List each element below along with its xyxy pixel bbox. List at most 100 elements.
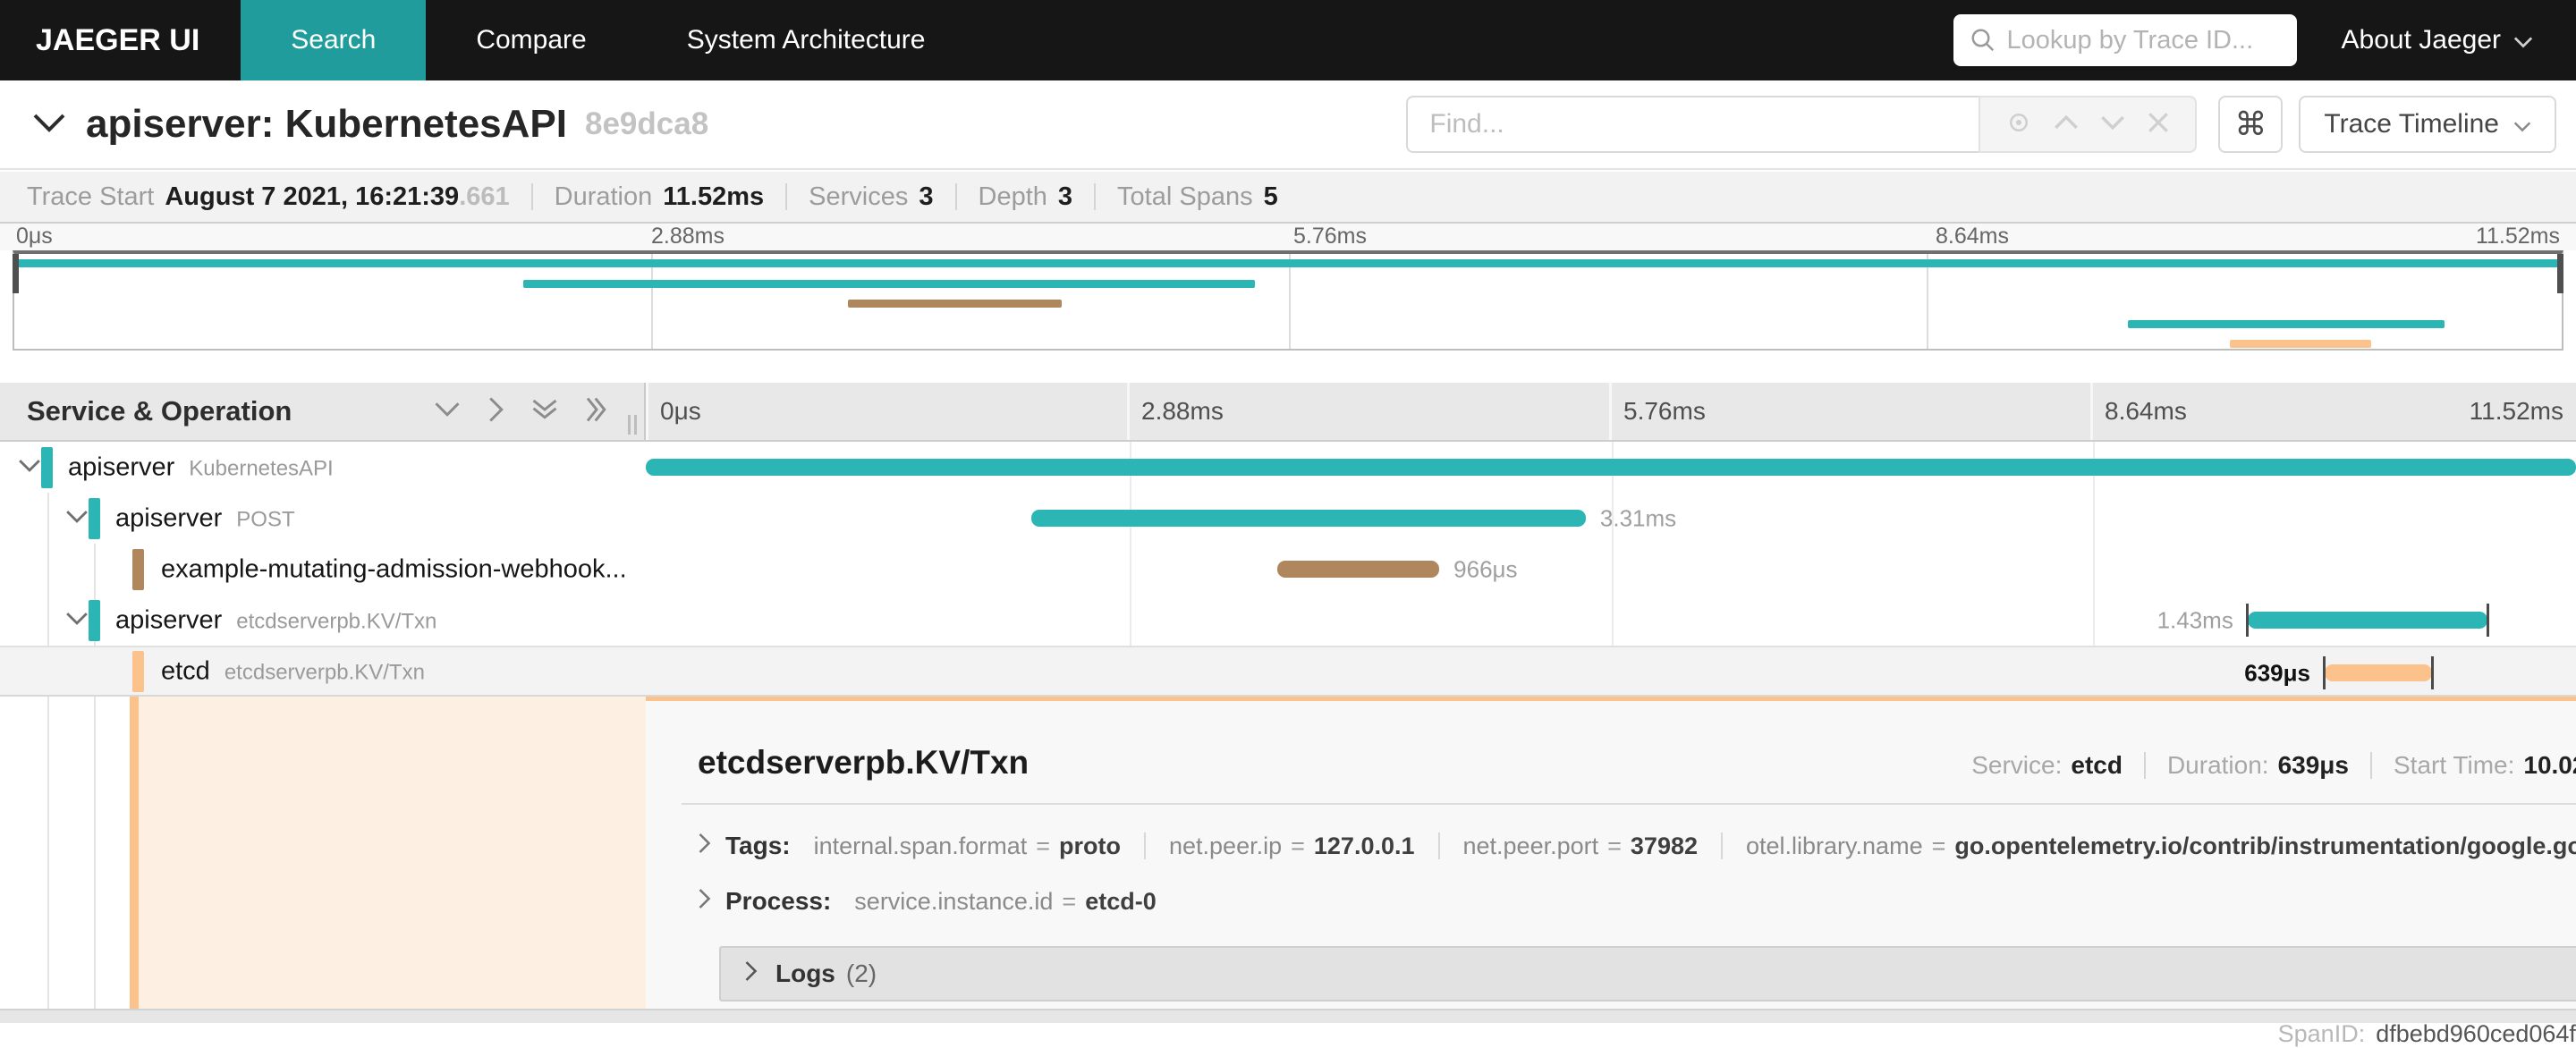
jaeger-trace-page: JAEGER UI Search Compare System Architec… [0, 0, 2576, 1047]
timeline-minimap[interactable] [13, 250, 2563, 351]
trace-id-short: 8e9dca8 [585, 106, 709, 141]
span-row-apiserver-post[interactable]: apiserver POST 3.31ms [0, 493, 2576, 544]
tag-key: internal.span.format [813, 832, 1028, 859]
minimap-span-bar [2230, 340, 2372, 348]
tag-item: net.peer.port = 37982 [1462, 832, 1699, 859]
find-field[interactable] [1406, 96, 1979, 153]
minimap-gridline [1927, 254, 1928, 349]
expand-all-icon[interactable] [585, 396, 608, 427]
service-operation-header: Service & Operation [0, 383, 646, 440]
chevron-down-icon [2513, 109, 2531, 139]
minimap-span-bar [522, 279, 1255, 288]
chevron-down-icon [2513, 25, 2533, 55]
find-clear-icon[interactable] [2147, 111, 2170, 139]
tree-guide-line [47, 697, 49, 1009]
process-row[interactable]: Process: service.instance.id = etcd-0 [698, 887, 2576, 916]
nav-item-system-architecture[interactable]: System Architecture [637, 0, 976, 80]
tag-value: 37982 [1630, 832, 1698, 859]
nav-item-search[interactable]: Search [241, 0, 427, 80]
chevron-down-icon[interactable] [65, 611, 89, 630]
span-color-block [132, 548, 144, 590]
span-duration-label: 1.43ms [2157, 606, 2233, 633]
services-value: 3 [919, 182, 934, 211]
collapse-one-icon[interactable] [434, 401, 461, 422]
timeline-tick: 8.64ms [2105, 397, 2187, 425]
trace-header-controls: ⌘ Trace Timeline [1406, 96, 2556, 153]
chevron-down-icon[interactable] [65, 509, 89, 528]
span-name: example-mutating-admission-webhook... [161, 554, 627, 584]
span-row-timeline[interactable]: 639μs [646, 647, 2576, 695]
span-id-label: SpanID: [2277, 1019, 2366, 1047]
find-tools [1979, 96, 2198, 153]
app-brand: JAEGER UI [36, 22, 200, 57]
minimap-tick: 8.64ms [1936, 224, 2009, 249]
span-row-timeline[interactable]: 966μs [646, 544, 2576, 595]
keyboard-shortcuts-button[interactable]: ⌘ [2218, 96, 2284, 153]
span-row-webhook[interactable]: example-mutating-admission-webhook... 96… [0, 544, 2576, 595]
trace-header: apiserver: KubernetesAPI 8e9dca8 Find...… [0, 80, 2576, 170]
tag-value: go.opentelemetry.io/contrib/instrumentat… [1954, 832, 2576, 859]
span-row-timeline[interactable]: 1.43ms [646, 595, 2576, 646]
bottom-edge [0, 1009, 2576, 1023]
divider [530, 183, 533, 210]
expand-one-icon[interactable] [487, 396, 504, 427]
span-bar[interactable]: 966μs [1277, 555, 1518, 582]
span-row-label[interactable]: apiserver etcdserverpb.KV/Txn [0, 595, 646, 646]
span-row-timeline[interactable] [646, 442, 2576, 493]
trace-summary-bar: Trace Start August 7 2021, 16:21:39 .661… [0, 172, 2576, 224]
span-row-etcd-txn[interactable]: etcd etcdserverpb.KV/Txn 639μs [0, 646, 2576, 697]
minimap-right-handle[interactable] [2557, 254, 2563, 293]
find-prev-icon[interactable] [2054, 114, 2079, 135]
span-row-label[interactable]: apiserver POST [0, 493, 646, 544]
tags-row[interactable]: Tags: internal.span.format = proto net.p… [698, 832, 2576, 860]
span-row-apiserver-etcd-txn[interactable]: apiserver etcdserverpb.KV/Txn 1.43ms [0, 595, 2576, 646]
timeline-tick: 2.88ms [1141, 397, 1224, 425]
chevron-down-icon[interactable] [18, 458, 41, 477]
detail-divider [682, 803, 2576, 805]
tag-item: otel.library.name = go.opentelemetry.io/… [1746, 832, 2576, 860]
span-row-apiserver-kubernetesapi[interactable]: apiserver KubernetesAPI [0, 442, 2576, 493]
span-bar[interactable]: 639μs [2244, 656, 2434, 689]
minimap-left-handle[interactable] [13, 254, 19, 293]
nav-item-compare[interactable]: Compare [426, 0, 636, 80]
span-row-label[interactable]: apiserver KubernetesAPI [0, 442, 646, 493]
find-next-icon[interactable] [2100, 114, 2125, 135]
detail-title-row: etcdserverpb.KV/Txn Service: etcd Durati… [698, 744, 2576, 782]
about-jaeger-menu[interactable]: About Jaeger [2342, 25, 2576, 55]
logs-section[interactable]: Logs (2) [719, 946, 2576, 1002]
span-color-block [41, 446, 53, 488]
tag-item: net.peer.ip = 127.0.0.1 [1169, 832, 1415, 859]
detail-start-time-value: 10.02ms [2523, 751, 2576, 779]
total-spans-label: Total Spans [1117, 182, 1253, 211]
minimap-tick: 2.88ms [651, 224, 724, 249]
span-row-label[interactable]: example-mutating-admission-webhook... [0, 544, 646, 595]
tag-key: otel.library.name [1746, 832, 1923, 859]
span-row-timeline[interactable]: 3.31ms [646, 493, 2576, 544]
chevron-right-icon[interactable] [698, 888, 711, 916]
minimap-span-bar [14, 259, 2562, 267]
depth-value: 3 [1057, 182, 1073, 211]
timeline-tick: 11.52ms [2469, 397, 2563, 425]
chevron-right-icon[interactable] [698, 832, 711, 860]
find-input[interactable] [1429, 109, 1958, 139]
minimap-tick: 11.52ms [2475, 224, 2560, 249]
span-bar[interactable] [646, 459, 2576, 476]
detail-duration-value: 639μs [2277, 751, 2349, 779]
span-operation: KubernetesAPI [189, 456, 334, 480]
trace-view-dropdown[interactable]: Trace Timeline [2299, 96, 2556, 153]
span-bar[interactable]: 3.31ms [1030, 504, 1676, 531]
span-name: apiserver POST [115, 503, 295, 533]
span-rows: apiserver KubernetesAPI apiserver POST 3… [0, 442, 2576, 697]
trace-id-lookup-input[interactable] [2006, 25, 2281, 55]
focus-target-icon[interactable] [2005, 109, 2032, 140]
trace-id-lookup[interactable] [1953, 14, 2297, 66]
trace-title: apiserver: KubernetesAPI [86, 102, 567, 146]
divider [2143, 752, 2146, 779]
span-service: apiserver [115, 503, 223, 532]
span-row-label[interactable]: etcd etcdserverpb.KV/Txn [0, 647, 646, 695]
collapse-all-icon[interactable] [531, 398, 558, 426]
service-operation-title: Service & Operation [27, 395, 292, 427]
collapse-trace-icon[interactable] [32, 112, 66, 138]
column-resize-handle[interactable] [628, 415, 637, 435]
span-bar[interactable]: 1.43ms [2157, 604, 2489, 637]
